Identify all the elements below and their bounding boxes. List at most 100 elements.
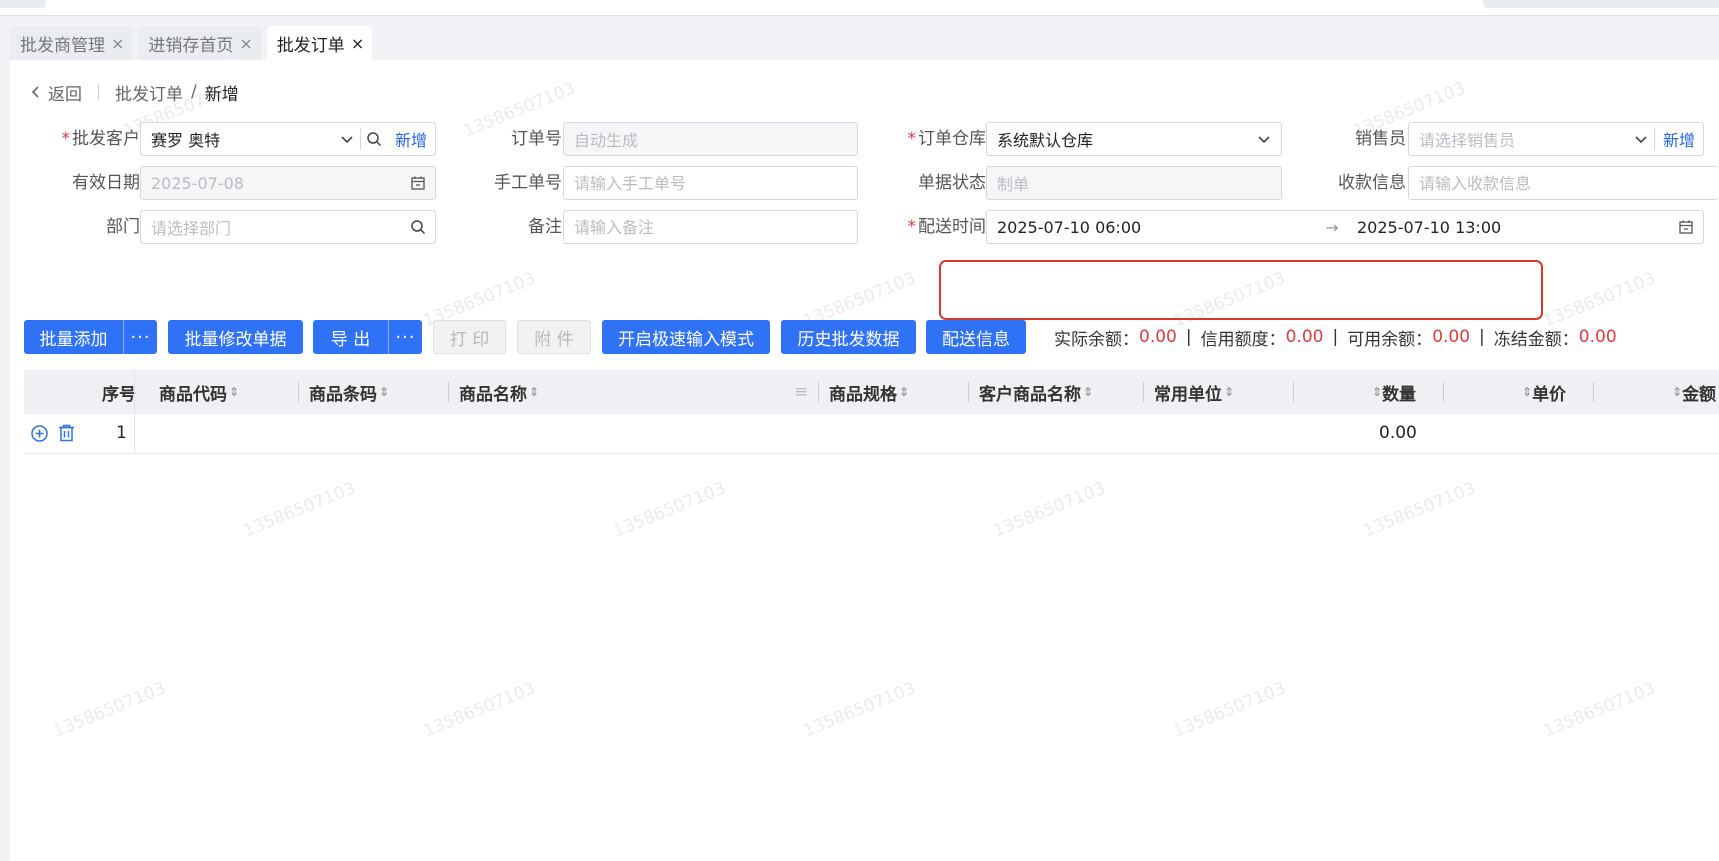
column-divider[interactable] [1443,382,1444,402]
add-customer-link[interactable]: 新增 [387,127,435,151]
valid-date-value: 2025-07-08 [151,173,244,193]
column-header-product-name[interactable]: 商品名称 ⇕ [459,370,539,414]
doc-status-value: 制单 [997,175,1030,194]
range-arrow-icon: → [1325,217,1339,237]
customer-value: 赛罗 奥特 [151,131,221,150]
available-balance-label: 可用余额： [1347,329,1433,350]
tab-close-icon[interactable]: × [239,34,252,53]
chevron-down-icon[interactable] [334,123,360,155]
batch-add-label[interactable]: 批量添加 [24,320,123,354]
column-header-unit-price[interactable]: ⇕ 单价 [1520,370,1566,414]
add-salesperson-link[interactable]: 新增 [1655,127,1703,151]
delivery-time-label: * 配送时间 [907,217,987,237]
actual-balance-label: 实际余额： [1054,329,1139,350]
tab-inventory-home[interactable]: 进销存首页 × [138,26,261,60]
more-icon[interactable]: ··· [388,320,422,354]
balance-separator: | [1185,327,1192,347]
export-button[interactable]: 导 出 ··· [313,320,422,354]
delivery-end-value[interactable]: 2025-07-10 13:00 [1347,218,1669,237]
tab-wholesaler-management[interactable]: 批发商管理 × [10,26,133,60]
column-divider[interactable] [1293,382,1294,402]
delivery-info-button[interactable]: 配送信息 [926,320,1026,354]
search-icon[interactable] [361,123,387,155]
column-header-barcode[interactable]: 商品条码 ⇕ [309,370,389,414]
breadcrumb: 返回 批发订单 / 新增 [26,80,239,105]
column-divider[interactable] [1593,382,1594,402]
chevron-down-icon[interactable] [1247,123,1281,155]
delivery-time-range[interactable]: 2025-07-10 06:00 → 2025-07-10 13:00 [986,210,1704,244]
watermark: 13586507103 [50,678,169,742]
column-header-product-code[interactable]: 商品代码 ⇕ [159,370,239,414]
main-panel: 13586507103 13586507103 13586507103 1358… [10,60,1719,861]
row-quantity[interactable]: 0.00 [1379,423,1417,443]
column-divider[interactable] [298,382,299,402]
column-header-index: 序号 [102,384,136,405]
order-no-field: 自动生成 [563,122,858,156]
remark-text-input[interactable] [564,211,857,243]
back-link[interactable]: 返回 [48,80,82,105]
manual-no-label: 手工单号 [494,173,562,193]
batch-add-button[interactable]: 批量添加 ··· [24,320,157,354]
warehouse-label: * 订单仓库 [907,129,987,149]
tab-close-icon[interactable]: × [351,34,364,53]
watermark: 13586507103 [1360,478,1479,542]
fast-input-mode-button[interactable]: 开启极速输入模式 [602,320,770,354]
calendar-icon[interactable] [1669,211,1703,243]
column-divider[interactable] [1143,382,1144,402]
customer-select[interactable]: 赛罗 奥特 新增 [140,122,436,156]
balance-summary: 实际余额： 0.00 | 信用额度： 0.00 | 可用余额： 0.00 | 冻… [1054,320,1617,354]
payment-info-text-input[interactable] [1409,167,1719,199]
column-header-quantity[interactable]: ⇕ 数量 [1370,370,1416,414]
frozen-amount-label: 冻结金额： [1493,329,1579,350]
credit-limit-label: 信用额度： [1200,329,1286,350]
tab-label: 进销存首页 [148,35,234,56]
watermark: 13586507103 [420,678,539,742]
column-divider[interactable] [448,382,449,402]
delivery-start-value[interactable]: 2025-07-10 06:00 [987,218,1317,237]
order-no-label: 订单号 [511,129,562,149]
attachment-button[interactable]: 附 件 [517,320,591,354]
tab-label: 批发商管理 [20,35,105,56]
manual-no-input[interactable] [563,166,858,200]
customer-label: * 批发客户 [61,129,141,149]
department-select[interactable]: 请选择部门 [140,210,436,244]
calendar-icon[interactable] [401,167,435,199]
column-header-amount[interactable]: ⇕ 金额 [1670,370,1716,414]
delete-row-icon[interactable] [57,423,76,448]
column-header-customer-product-name[interactable]: 客户商品名称 ⇕ [979,370,1093,414]
add-row-icon[interactable] [30,424,49,448]
column-divider[interactable] [968,382,969,402]
breadcrumb-parent[interactable]: 批发订单 [115,80,183,105]
remark-input[interactable] [563,210,858,244]
tab-bar: 批发商管理 × 进销存首页 × 批发订单 × [10,26,373,60]
balance-separator: | [1332,327,1339,347]
batch-modify-button[interactable]: 批量修改单据 [168,320,303,354]
tab-close-icon[interactable]: × [111,34,124,53]
chevron-left-icon[interactable] [26,82,46,102]
history-data-button[interactable]: 历史批发数据 [781,320,916,354]
more-icon[interactable]: ··· [123,320,157,354]
export-label[interactable]: 导 出 [313,320,388,354]
tab-wholesale-order[interactable]: 批发订单 × [266,26,373,60]
chevron-down-icon[interactable] [1628,123,1654,155]
manual-no-text-input[interactable] [564,167,857,199]
top-left-chip [0,0,46,8]
salesperson-select[interactable]: 请选择销售员 新增 [1408,122,1704,156]
column-menu-icon[interactable]: ≡ [794,370,808,414]
watermark: 13586507103 [610,478,729,542]
column-header-spec[interactable]: 商品规格 ⇕ [829,370,909,414]
column-header-unit[interactable]: 常用单位 ⇕ [1154,370,1234,414]
payment-info-input[interactable] [1408,166,1719,200]
watermark: 13586507103 [240,478,359,542]
print-button[interactable]: 打 印 [433,320,506,354]
payment-info-label: 收款信息 [1338,173,1406,193]
valid-date-field[interactable]: 2025-07-08 [140,166,436,200]
tab-label: 批发订单 [276,35,345,56]
top-strip [0,0,1719,16]
order-no-placeholder: 自动生成 [574,131,639,150]
valid-date-label: 有效日期 [72,173,140,193]
watermark: 13586507103 [800,678,919,742]
column-divider[interactable] [818,382,819,402]
search-icon[interactable] [401,211,435,243]
warehouse-select[interactable]: 系统默认仓库 [986,122,1282,156]
